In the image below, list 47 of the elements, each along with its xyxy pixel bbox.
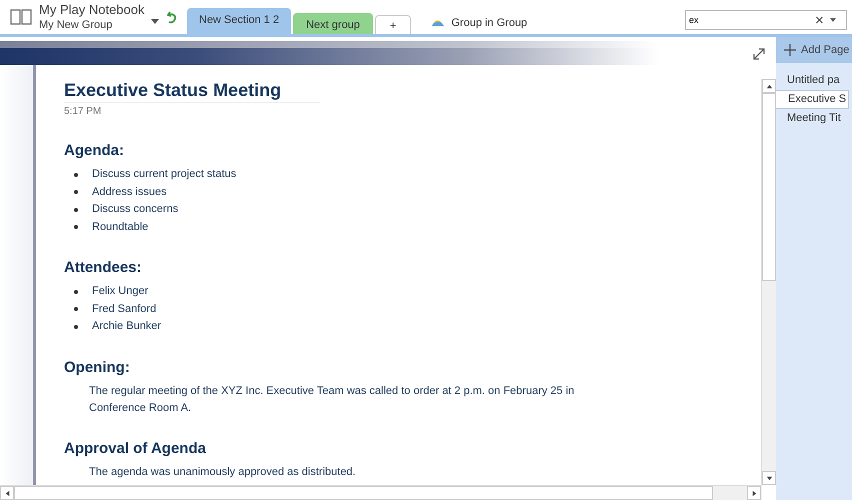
section-heading: Agenda: xyxy=(64,141,125,161)
page-title[interactable]: Executive Status Meeting xyxy=(64,79,320,103)
list-item: Felix Unger xyxy=(92,284,148,299)
scroll-thumb[interactable] xyxy=(762,93,776,281)
page-list-item[interactable]: Meeting Tit xyxy=(775,109,852,128)
clear-search-button[interactable]: × xyxy=(815,12,824,28)
scroll-down-icon[interactable] xyxy=(762,471,776,485)
bullet-icon xyxy=(74,190,78,194)
bullet-icon xyxy=(74,290,78,294)
bullet-icon xyxy=(74,225,78,230)
scroll-left-icon[interactable] xyxy=(0,486,14,500)
add-section-tab[interactable]: + xyxy=(374,15,412,34)
bullet-icon xyxy=(74,324,78,329)
bullet-icon xyxy=(74,172,78,177)
section-group-icon[interactable] xyxy=(431,18,446,28)
vertical-scrollbar[interactable] xyxy=(761,79,776,485)
page-list-item[interactable]: Untitled pa xyxy=(775,71,852,90)
bullet-icon xyxy=(74,307,78,312)
list-item: Roundtable xyxy=(92,220,148,234)
caret-icon[interactable] xyxy=(151,18,159,24)
section-heading: Approval of Agenda xyxy=(64,438,207,458)
section-heading: Attendees: xyxy=(64,258,143,278)
page-list-item[interactable]: Executive S xyxy=(775,90,849,109)
list-item: Fred Sanford xyxy=(92,302,156,316)
expand-icon[interactable] xyxy=(752,47,766,61)
scroll-right-icon[interactable] xyxy=(747,486,761,500)
section-heading: Opening: xyxy=(64,358,131,378)
notebook-group[interactable]: My New Group xyxy=(39,18,151,32)
caret-icon[interactable] xyxy=(830,18,836,22)
bullet-icon xyxy=(74,208,78,212)
notebook-name[interactable]: My Play Notebook xyxy=(39,2,151,18)
paragraph: The agenda was unanimously approved as distributed. xyxy=(89,464,357,480)
section-tab[interactable]: New Section 1 2 xyxy=(187,8,292,34)
section-group[interactable]: Group in Group xyxy=(451,17,528,29)
list-item: Discuss current project status xyxy=(92,167,236,182)
scroll-up-icon[interactable] xyxy=(762,79,776,93)
notebook-icon[interactable] xyxy=(10,8,32,26)
plus-icon[interactable] xyxy=(784,44,796,56)
list-item: Archie Bunker xyxy=(92,319,162,334)
section-tab[interactable]: Next group xyxy=(293,13,373,34)
back-arrow-icon[interactable] xyxy=(167,10,177,24)
list-item: Discuss concerns xyxy=(92,202,178,217)
paragraph: The regular meeting of the XYZ Inc. Executive Team was called to order at 2 p.m. on February 25 in Conference Room A. xyxy=(89,384,576,416)
add-page-button[interactable]: Add Page xyxy=(776,37,852,63)
page-time: 5:17 PM xyxy=(64,105,102,119)
search-field[interactable]: ex × xyxy=(685,10,847,30)
list-item: Address issues xyxy=(92,184,167,200)
